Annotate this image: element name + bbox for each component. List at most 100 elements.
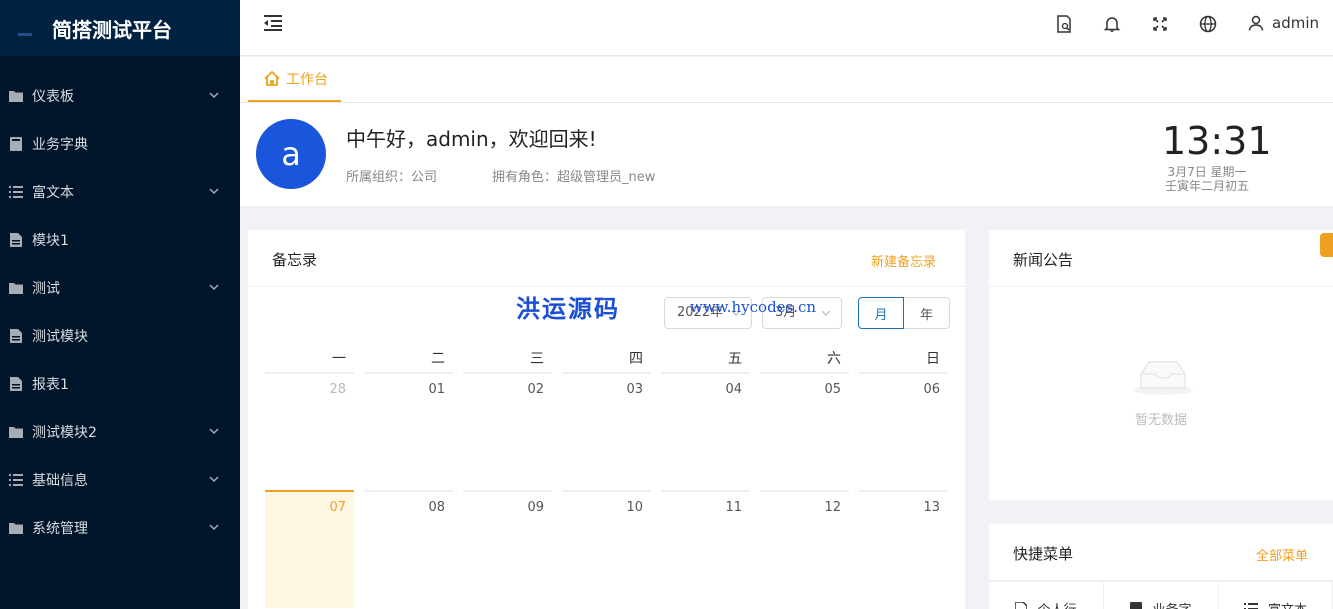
calendar-day-number: 04 (725, 382, 742, 397)
calendar-day-number: 10 (626, 500, 643, 515)
weekday-header: 五 (728, 351, 742, 367)
user-menu[interactable]: admin (1248, 14, 1319, 32)
sidebar: 简搭测试平台 仪表板 业务字典 富文本 模块1 测试 测试模块 报表1 测试模块… (0, 0, 240, 609)
globe-icon[interactable] (1199, 15, 1217, 33)
calendar-day-cell[interactable]: 08 (364, 490, 453, 608)
clock-time: 13:31 (1162, 119, 1272, 163)
calendar-day-cell[interactable]: 11 (661, 490, 750, 608)
memo-card: 备忘录 新建备忘录 2022年 3月 洪运源码 www.hycodes.cn 月… (248, 230, 965, 609)
chevron-down-icon (209, 476, 219, 483)
sidebar-item-label: 仪表板 (32, 89, 74, 105)
sidebar-item-test[interactable]: 测试 (0, 264, 240, 312)
sidebar-item-system[interactable]: 系统管理 (0, 504, 240, 552)
all-menus-link[interactable]: 全部菜单 (1256, 545, 1308, 564)
news-title: 新闻公告 (1013, 251, 1074, 269)
calendar-day-number: 03 (626, 382, 643, 397)
mode-month-button[interactable]: 月 (858, 297, 904, 329)
memo-header: 备忘录 新建备忘录 (248, 230, 965, 287)
quick-item-label: 富文本 (1268, 599, 1307, 609)
menu-fold-icon[interactable] (264, 14, 284, 32)
document-search-icon[interactable] (1055, 15, 1073, 33)
calendar-day-cell[interactable]: 13 (859, 490, 948, 608)
calendar-day-number: 02 (527, 382, 544, 397)
quick-item[interactable]: 富文本 (1219, 581, 1333, 609)
weekday-header: 三 (530, 351, 544, 367)
sidebar-item-dictionary[interactable]: 业务字典 (0, 120, 240, 168)
folder-icon (8, 88, 24, 104)
sidebar-item-dashboard[interactable]: 仪表板 (0, 72, 240, 120)
weekday-header: 二 (431, 351, 445, 367)
sidebar-item-label: 富文本 (32, 185, 74, 201)
quick-item[interactable]: 个人行 (989, 581, 1104, 609)
fullscreen-icon[interactable] (1151, 15, 1169, 33)
sidebar-item-label: 测试 (32, 281, 60, 297)
news-header: 新闻公告 (989, 230, 1333, 287)
sidebar-item-richtext[interactable]: 富文本 (0, 168, 240, 216)
file-icon (1015, 601, 1028, 609)
file-icon (8, 232, 24, 248)
avatar: a (256, 119, 326, 189)
calendar-day-number: 09 (527, 500, 544, 515)
folder-icon (8, 280, 24, 296)
news-card: 新闻公告 暂无数据 (989, 230, 1333, 500)
calendar-day-cell[interactable]: 09 (463, 490, 552, 608)
sidebar-item-test-module[interactable]: 测试模块 (0, 312, 240, 360)
sidebar-item-test-module2[interactable]: 测试模块2 (0, 408, 240, 456)
weekday-header: 一 (332, 351, 346, 367)
calendar-day-number: 11 (725, 500, 742, 515)
sidebar-item-module1[interactable]: 模块1 (0, 216, 240, 264)
folder-icon (8, 424, 24, 440)
org-info: 所属组织：公司 (346, 170, 438, 185)
memo-title: 备忘录 (272, 251, 318, 269)
calendar-day-cell[interactable]: 01 (364, 372, 453, 490)
sidebar-item-label: 业务字典 (32, 137, 88, 153)
mode-year-button[interactable]: 年 (904, 297, 950, 329)
chevron-down-icon (209, 188, 219, 195)
welcome-panel: a 中午好，admin，欢迎回来! 所属组织：公司 拥有角色：超级管理员_new… (240, 103, 1333, 206)
watermark-url: www.hycodes.cn (690, 298, 817, 316)
calendar-day-cell[interactable]: 06 (859, 372, 948, 490)
calendar-day-cell[interactable]: 02 (463, 372, 552, 490)
file-icon (8, 376, 24, 392)
watermark-text: 洪运源码 (516, 294, 620, 323)
bell-icon[interactable] (1103, 15, 1121, 33)
sidebar-item-label: 模块1 (32, 233, 69, 249)
quick-item[interactable]: 业务字 (1104, 581, 1219, 609)
quick-item-label: 个人行 (1037, 599, 1076, 609)
tab-label: 工作台 (286, 71, 328, 88)
list-icon (1243, 602, 1258, 609)
sidebar-item-basic-info[interactable]: 基础信息 (0, 456, 240, 504)
weekday-header: 六 (827, 351, 841, 367)
calendar-day-cell[interactable]: 03 (562, 372, 651, 490)
calendar-day-cell[interactable]: 12 (760, 490, 849, 608)
logo[interactable]: 简搭测试平台 (0, 0, 240, 56)
calendar-day-cell[interactable]: 28 (265, 372, 354, 490)
greeting: 中午好，admin，欢迎回来! (346, 127, 597, 151)
calendar-day-number: 06 (923, 382, 940, 397)
sidebar-item-report1[interactable]: 报表1 (0, 360, 240, 408)
top-header: admin (240, 0, 1333, 56)
new-memo-link[interactable]: 新建备忘录 (871, 251, 936, 270)
role-info: 拥有角色：超级管理员_new (492, 170, 656, 185)
book-icon (8, 136, 24, 152)
book-icon (1130, 601, 1143, 609)
lunar-date: 壬寅年二月初五 (1164, 179, 1249, 193)
tab-workbench[interactable]: 工作台 (248, 57, 341, 102)
calendar-day-cell[interactable]: 04 (661, 372, 750, 490)
calendar-day-number: 08 (428, 500, 445, 515)
calendar-day-number: 28 (329, 382, 346, 397)
calendar-day-number: 01 (428, 382, 445, 397)
chevron-down-icon (209, 524, 219, 531)
calendar-day-number: 13 (923, 500, 940, 515)
settings-float-button[interactable] (1320, 233, 1333, 257)
quick-title: 快捷菜单 (1013, 545, 1074, 563)
weekday-header: 四 (629, 351, 643, 367)
calendar-day-cell[interactable]: 10 (562, 490, 651, 608)
file-icon (8, 328, 24, 344)
sidebar-item-label: 报表1 (32, 377, 69, 393)
home-icon (264, 71, 280, 86)
calendar-day-cell[interactable]: 07 (265, 490, 354, 608)
sidebar-item-label: 基础信息 (32, 473, 88, 489)
tabs-bar: 工作台 (240, 57, 1333, 103)
calendar-day-cell[interactable]: 05 (760, 372, 849, 490)
